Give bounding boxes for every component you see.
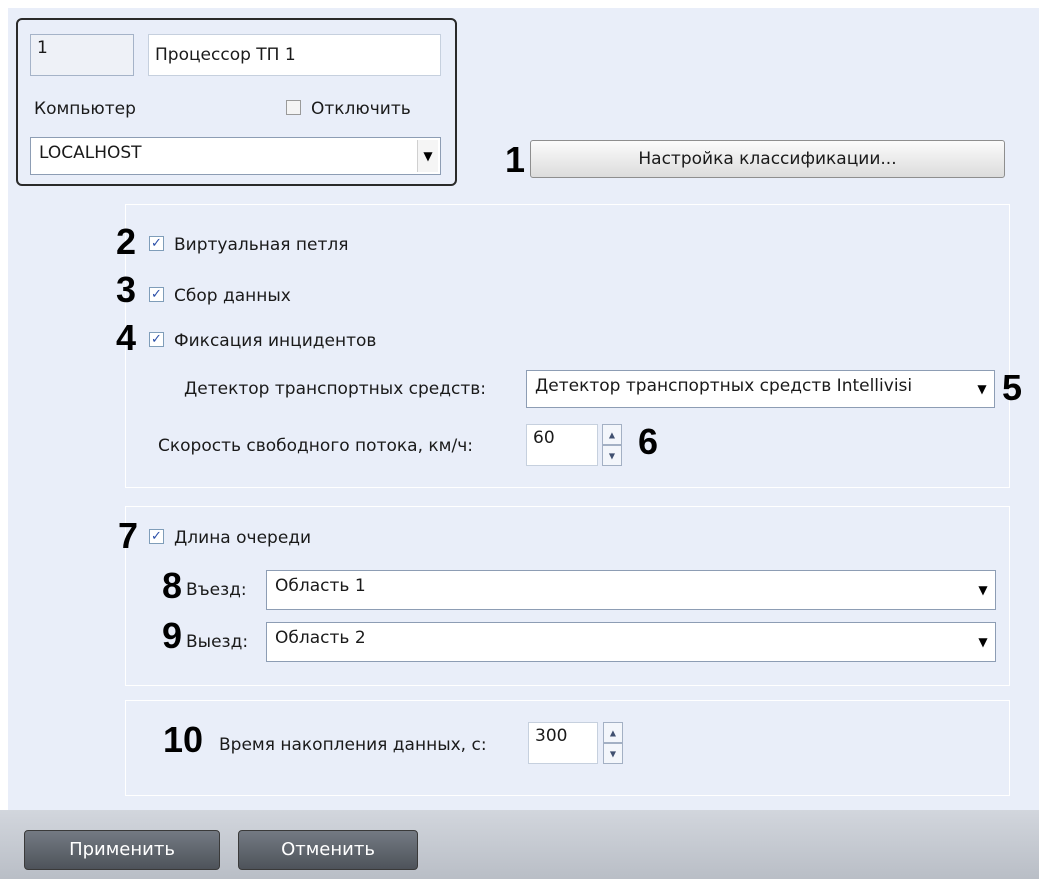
speed-input[interactable]: 60 — [526, 424, 598, 466]
detector-select[interactable]: Детектор транспортных средств Intellivis… — [526, 370, 995, 408]
chevron-down-icon[interactable] — [973, 573, 993, 607]
data-collection-checkbox[interactable]: ✓ — [149, 287, 164, 302]
disable-label: Отключить — [311, 99, 411, 119]
accumulation-input[interactable]: 300 — [528, 722, 598, 764]
queue-length-checkbox[interactable]: ✓ — [149, 529, 164, 544]
exit-label: Выезд: — [186, 632, 249, 652]
computer-select-value: LOCALHOST — [39, 143, 142, 163]
exit-select[interactable]: Область 2 — [266, 622, 996, 662]
incidents-label: Фиксация инцидентов — [174, 331, 377, 351]
marker-10: 10 — [163, 719, 204, 760]
apply-button[interactable]: Применить — [24, 830, 220, 870]
marker-3: 3 — [116, 269, 137, 310]
data-collection-label: Сбор данных — [174, 286, 291, 306]
marker-6: 6 — [638, 421, 659, 462]
marker-5: 5 — [1002, 367, 1023, 408]
detector-label: Детектор транспортных средств: — [184, 379, 486, 399]
spin-down-icon[interactable]: ▼ — [603, 743, 623, 764]
chevron-down-icon[interactable] — [417, 140, 438, 172]
marker-1: 1 — [505, 139, 526, 180]
spin-down-icon[interactable]: ▼ — [602, 445, 622, 466]
virtual-loop-checkbox[interactable]: ✓ — [149, 236, 164, 251]
spin-up-icon[interactable]: ▲ — [602, 424, 622, 445]
chevron-down-icon[interactable] — [972, 373, 992, 405]
virtual-loop-label: Виртуальная петля — [174, 235, 349, 255]
marker-7: 7 — [118, 515, 139, 556]
object-name-field[interactable]: Процессор ТП 1 — [148, 34, 441, 76]
accumulation-label: Время накопления данных, с: — [219, 735, 487, 755]
computer-select[interactable]: LOCALHOST — [30, 137, 441, 175]
accumulation-spinner[interactable]: ▲ ▼ — [603, 722, 623, 764]
marker-2: 2 — [116, 221, 137, 262]
entry-select-value: Область 1 — [275, 576, 366, 596]
chevron-down-icon[interactable] — [973, 625, 993, 659]
cancel-button[interactable]: Отменить — [238, 830, 418, 870]
queue-length-label: Длина очереди — [174, 528, 312, 548]
spin-up-icon[interactable]: ▲ — [603, 722, 623, 743]
speed-label: Скорость свободного потока, км/ч: — [158, 436, 473, 456]
disable-checkbox[interactable] — [286, 100, 301, 115]
classification-settings-button[interactable]: Настройка классификации... — [530, 140, 1005, 178]
marker-9: 9 — [162, 615, 183, 656]
entry-label: Въезд: — [186, 580, 247, 600]
speed-spinner[interactable]: ▲ ▼ — [602, 424, 622, 466]
computer-label: Компьютер — [34, 99, 136, 119]
detector-select-value: Детектор транспортных средств Intellivis… — [535, 376, 913, 396]
incidents-checkbox[interactable]: ✓ — [149, 332, 164, 347]
entry-select[interactable]: Область 1 — [266, 570, 996, 610]
marker-8: 8 — [162, 565, 183, 606]
marker-4: 4 — [116, 317, 137, 358]
exit-select-value: Область 2 — [275, 628, 366, 648]
object-id-field[interactable]: 1 — [30, 34, 134, 76]
